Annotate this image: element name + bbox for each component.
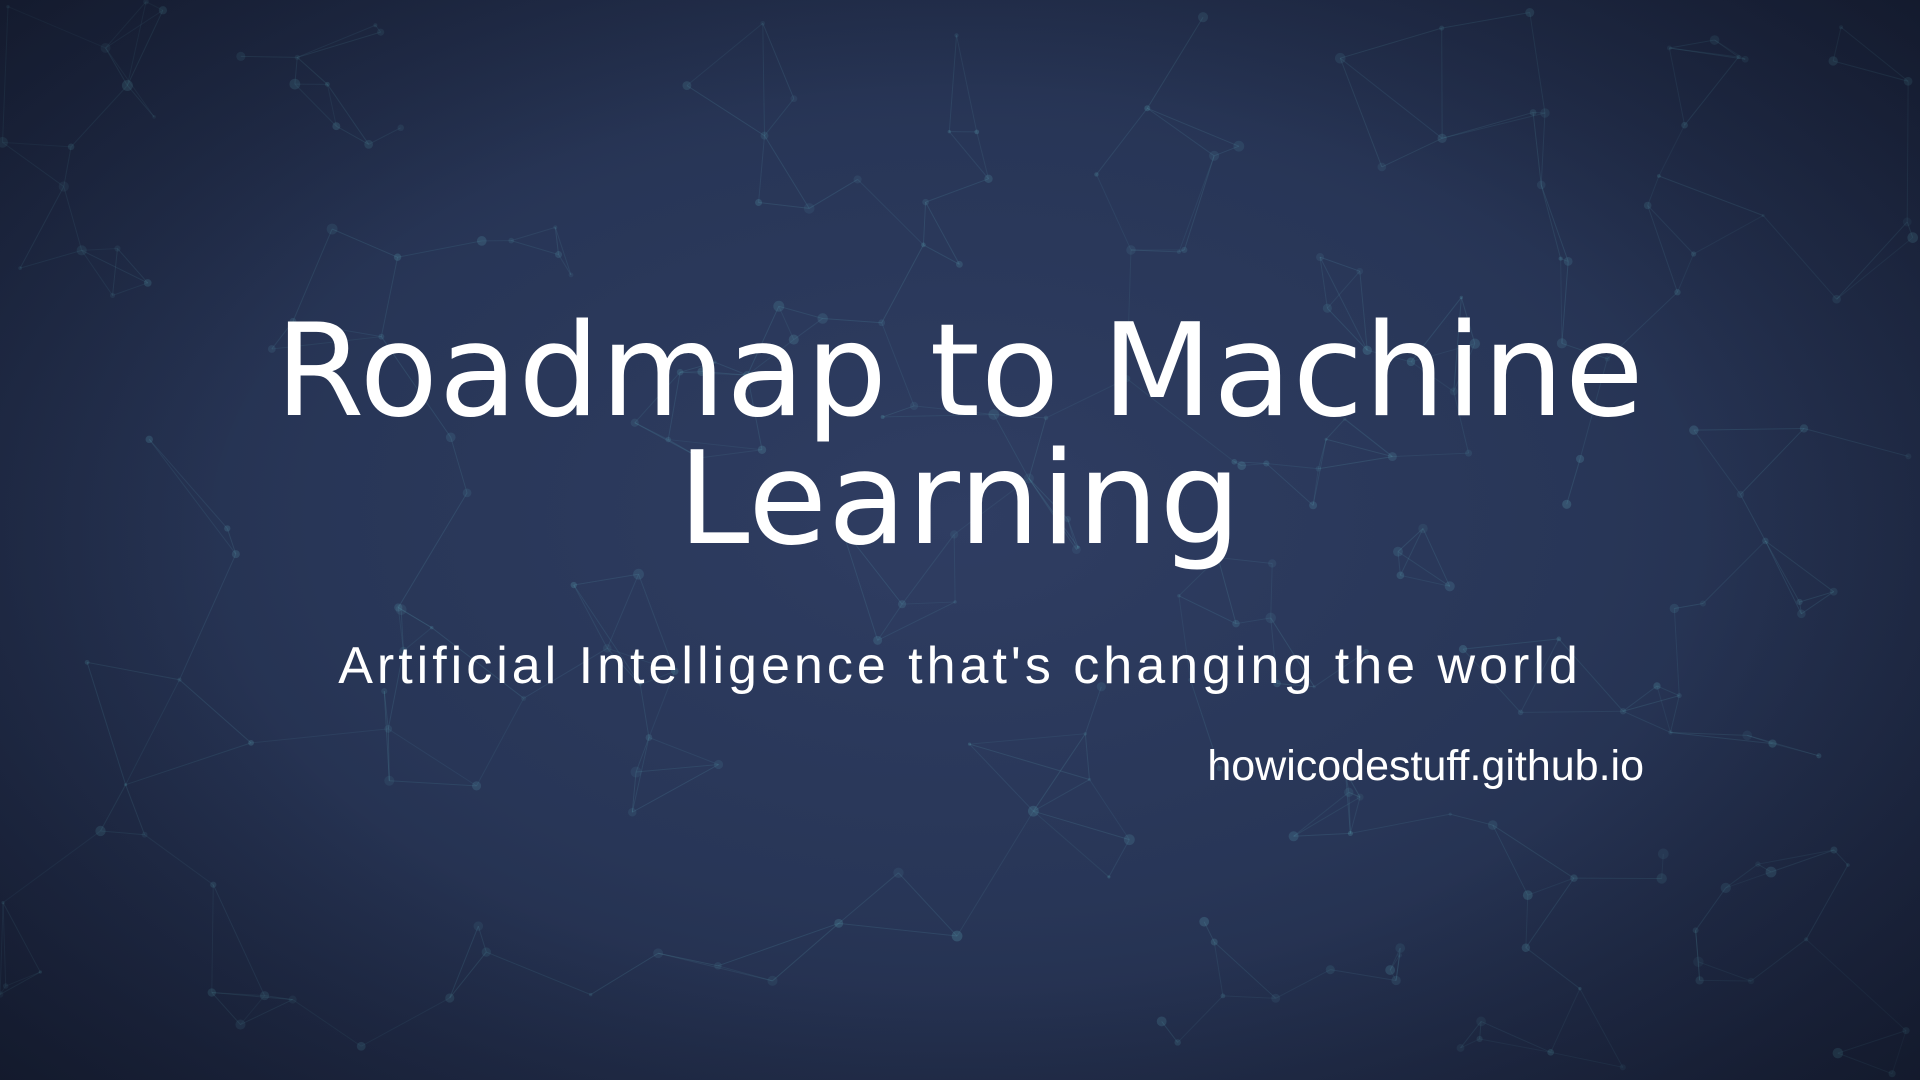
slide-content: Roadmap to Machine Learning Artificial I… <box>0 0 1920 1080</box>
site-url: howicodestuff.github.io <box>1207 742 1644 790</box>
title-line-2: Learning <box>678 425 1242 574</box>
slide-subtitle: Artificial Intelligence that's changing … <box>338 637 1582 695</box>
title-line-1: Roadmap to Machine <box>275 297 1645 446</box>
slide-title: Roadmap to Machine Learning <box>0 308 1920 564</box>
